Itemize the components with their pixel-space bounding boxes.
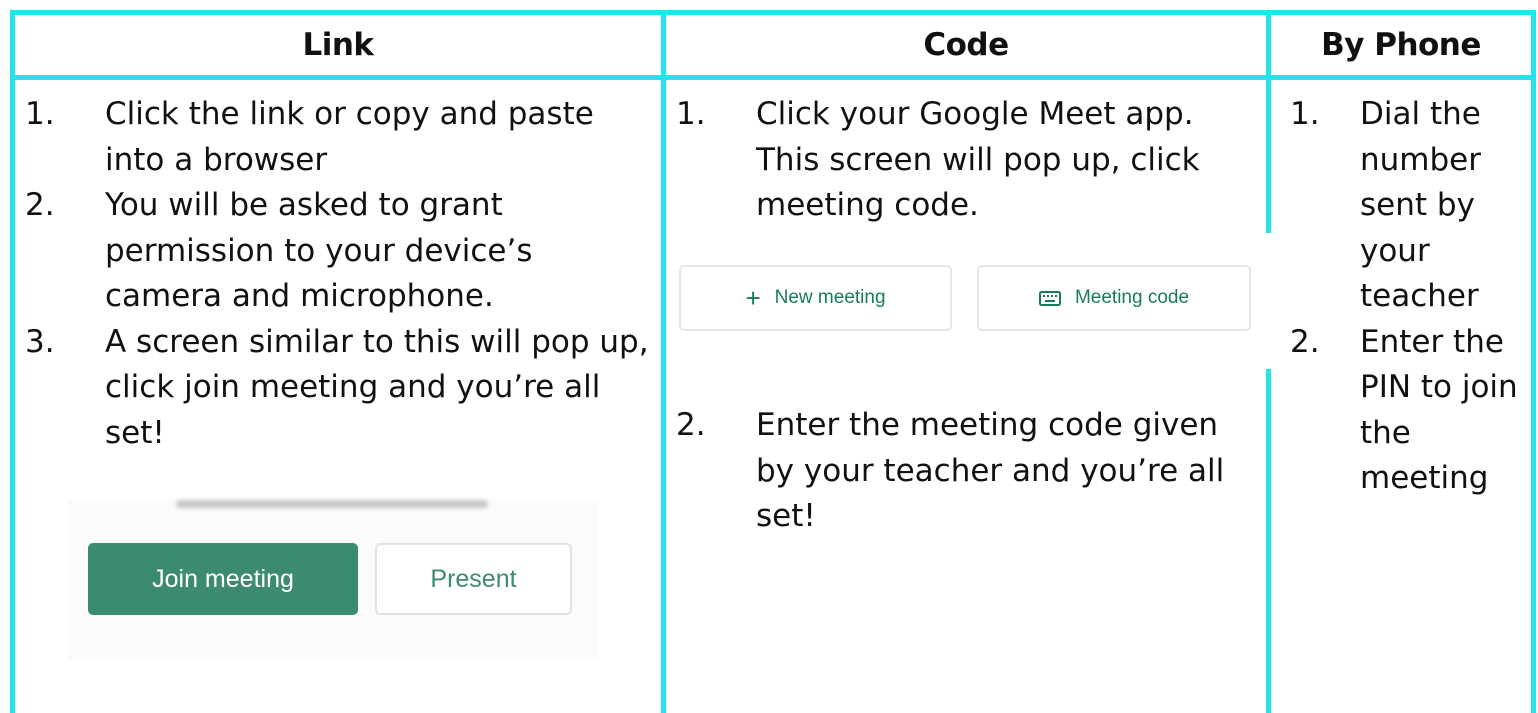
step-text: Dial the number sent by your teacher	[1360, 96, 1481, 314]
meeting-code-label: Meeting code	[1074, 287, 1190, 308]
phone-column: 1. Dial the number sent by your teacher …	[1290, 92, 1518, 502]
step-number: 3.	[25, 323, 55, 360]
table-left-border	[10, 10, 15, 713]
plus-icon: +	[745, 282, 761, 313]
step-number: 2.	[25, 187, 55, 223]
phone-steps-list: 1. Dial the number sent by your teacher …	[1290, 92, 1518, 502]
step-text: Click your Google Meet app. This screen …	[756, 96, 1200, 223]
step-text: You will be asked to grant permission to…	[105, 187, 533, 314]
list-item: 1. Dial the number sent by your teacher	[1290, 92, 1518, 320]
header-code-label: Code	[923, 27, 1009, 63]
column-divider-1	[661, 10, 666, 713]
code-column-step1: 1. Click your Google Meet app. This scre…	[676, 92, 1256, 229]
list-item: 2. You will be asked to grant permission…	[25, 183, 650, 320]
join-meeting-screenshot: Join meeting Present	[68, 500, 598, 660]
list-item: 3. A screen similar to this will pop up,…	[25, 320, 650, 457]
step-number: 1.	[1290, 96, 1320, 132]
header-phone-label: By Phone	[1321, 27, 1481, 63]
code-column-step2: 2. Enter the meeting code given by your …	[676, 403, 1256, 540]
step-number: 2.	[1290, 323, 1320, 360]
meeting-code-screenshot: + New meeting Meeting code	[671, 233, 1271, 369]
list-item: 2. Enter the PIN to join the meeting	[1290, 320, 1518, 502]
present-button[interactable]: Present	[375, 543, 572, 615]
table-right-border	[1531, 10, 1536, 713]
list-item: 1. Click your Google Meet app. This scre…	[676, 92, 1256, 229]
step-text: Enter the meeting code given by your tea…	[756, 407, 1225, 534]
link-steps-list: 1. Click the link or copy and paste into…	[25, 92, 650, 457]
new-meeting-button[interactable]: + New meeting	[679, 265, 952, 331]
step-text: Click the link or copy and paste into a …	[105, 96, 594, 178]
step-number: 1.	[676, 96, 706, 132]
keyboard-icon	[1038, 290, 1061, 306]
step-text: Enter the PIN to join the meeting	[1360, 323, 1518, 497]
join-meeting-button[interactable]: Join meeting	[88, 543, 358, 615]
header-link: Link	[15, 15, 661, 75]
blurred-caption-line	[176, 500, 488, 508]
header-link-label: Link	[302, 27, 374, 63]
header-divider	[10, 75, 1532, 80]
header-code: Code	[666, 15, 1266, 75]
header-phone: By Phone	[1271, 15, 1531, 75]
step-number: 2.	[676, 407, 706, 443]
meeting-code-button[interactable]: Meeting code	[977, 265, 1251, 331]
step-number: 1.	[25, 96, 55, 132]
join-meeting-label: Join meeting	[152, 564, 294, 593]
instructions-table: Link Code By Phone 1. Click the link or …	[0, 0, 1538, 713]
present-label: Present	[430, 564, 517, 593]
list-item: 2. Enter the meeting code given by your …	[676, 403, 1256, 540]
list-item: 1. Click the link or copy and paste into…	[25, 92, 650, 183]
new-meeting-label: New meeting	[774, 287, 886, 308]
step-text: A screen similar to this will pop up, cl…	[105, 323, 649, 451]
link-column: 1. Click the link or copy and paste into…	[25, 92, 650, 457]
